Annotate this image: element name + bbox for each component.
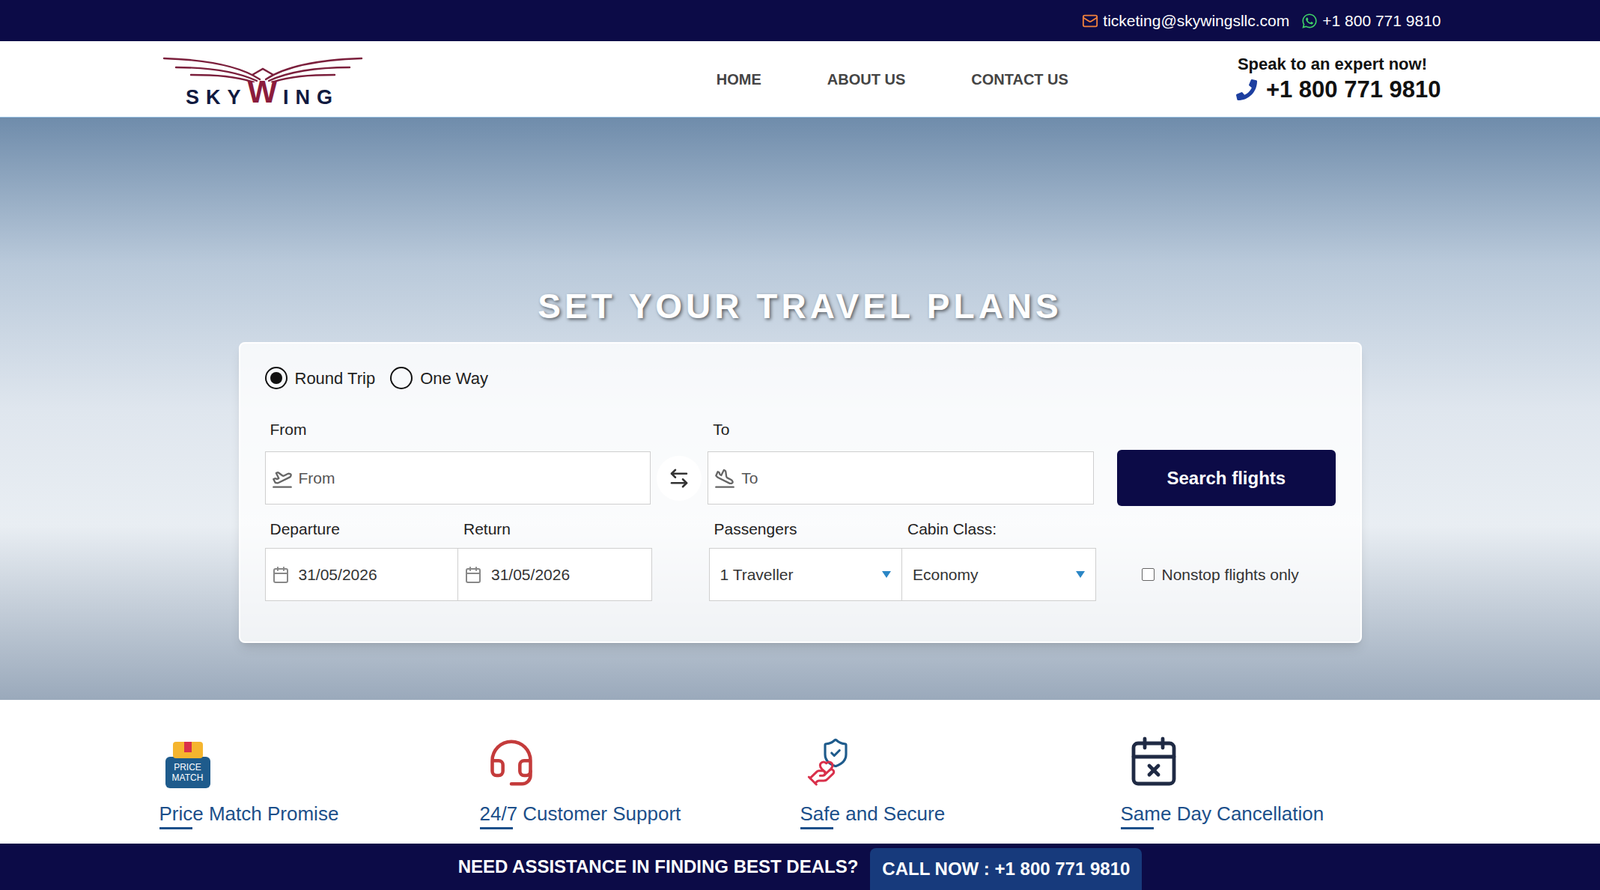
feature-title: Same Day Cancellation (1120, 801, 1325, 826)
field-label: To (707, 420, 1094, 440)
hero-title: SET YOUR TRAVEL PLANS (537, 285, 1063, 328)
price-match-icon: PRICEMATCH (165, 741, 211, 789)
feature-underline (800, 827, 834, 830)
select-input[interactable]: Economy (902, 548, 1097, 602)
dropdown-arrow-icon (881, 571, 891, 579)
logo[interactable]: SKYWING (159, 50, 367, 108)
nonstop-checkbox[interactable]: Nonstop flights only (1141, 548, 1300, 602)
date-field: Return 31/05/2026 (458, 519, 653, 602)
feature-title: 24/7 Customer Support (479, 801, 682, 826)
nav-link[interactable]: ABOUT US (827, 68, 906, 91)
date-field: Departure 31/05/2026 (265, 519, 459, 602)
search-flights-button[interactable]: Search flights (1117, 449, 1335, 507)
date-input[interactable]: 31/05/2026 (458, 548, 653, 602)
hero: SET YOUR TRAVEL PLANS Round Trip One Way Fr… (0, 117, 1600, 701)
field-label: Return (458, 519, 653, 540)
calendar-cancel-icon (1126, 734, 1181, 789)
landing-icon (714, 467, 736, 489)
field-label: Departure (265, 519, 459, 540)
calendar-icon (464, 566, 483, 584)
swap-icon (667, 467, 691, 490)
nav-link[interactable]: HOME (716, 68, 762, 91)
swap-button[interactable] (656, 455, 702, 501)
field-label: Cabin Class: (902, 519, 1097, 540)
expert-label: Speak to an expert now! (1237, 53, 1428, 75)
logo-text: SKYWING (185, 76, 340, 108)
takeoff-icon (271, 467, 293, 489)
trip-type-radio[interactable]: One Way (390, 366, 489, 391)
select-field: Passengers 1 Traveller (709, 519, 903, 602)
feature-underline (1120, 827, 1154, 830)
page: ticketing@skywingsllc.com +1 800 771 9810… (0, 0, 1600, 890)
feature-underline (479, 827, 513, 830)
dropdown-arrow-icon (1075, 571, 1085, 579)
features: PRICEMATCH Price Match Promise 24/7 Custom… (159, 700, 1442, 830)
mail-icon (1081, 12, 1099, 30)
email-contact[interactable]: ticketing@skywingsllc.com (1081, 8, 1290, 33)
secure-hand-icon (806, 737, 864, 789)
feature-card: Same Day Cancellation (1120, 734, 1442, 830)
details-row: Departure 31/05/2026 Return 31/05/2026 Passe… (265, 519, 1336, 602)
trip-type-radio[interactable]: Round Trip (265, 366, 376, 391)
calendar-icon (271, 566, 290, 584)
feature-title: Price Match Promise (159, 801, 340, 826)
bottom-bar: NEED ASSISTANCE IN FINDING BEST DEALS? CA… (0, 843, 1600, 890)
trip-type-group: Round Trip One Way (265, 366, 1336, 391)
route-row: From From To To Search flights (265, 420, 1336, 505)
search-card: Round Trip One Way From From To To Search flig… (238, 342, 1362, 644)
price-match-text: PRICE (173, 762, 202, 773)
phone-icon (1236, 79, 1258, 101)
top-bar: ticketing@skywingsllc.com +1 800 771 9810 (0, 0, 1600, 42)
field-label: Passengers (709, 519, 903, 540)
select-input[interactable]: 1 Traveller (709, 548, 903, 602)
to-field: To To (707, 420, 1094, 505)
feature-underline (159, 827, 193, 830)
main-nav: HOME ABOUT US CONTACT US (716, 68, 1069, 91)
select-field: Cabin Class: Economy (902, 519, 1097, 602)
header: SKYWING HOME ABOUT US CONTACT US Speak to an… (0, 41, 1600, 118)
nav-link[interactable]: CONTACT US (971, 68, 1069, 91)
feature-card: Safe and Secure (800, 734, 1121, 830)
price-match-text: MATCH (172, 772, 204, 784)
feature-card: 24/7 Customer Support (479, 734, 801, 830)
expert-contact[interactable]: Speak to an expert now!+1 800 771 9810 (1236, 53, 1442, 105)
whatsapp-icon (1301, 12, 1318, 30)
from-input[interactable]: From (265, 451, 652, 505)
whatsapp-contact[interactable]: +1 800 771 9810 (1301, 8, 1441, 33)
expert-phone: +1 800 771 9810 (1266, 74, 1442, 105)
call-now-button[interactable]: CALL NOW : +1 800 771 9810 (870, 848, 1142, 890)
to-input[interactable]: To (707, 451, 1094, 505)
assistance-text: NEED ASSISTANCE IN FINDING BEST DEALS? (458, 853, 859, 881)
customer-support-icon (485, 737, 537, 789)
date-input[interactable]: 31/05/2026 (265, 548, 459, 602)
feature-title: Safe and Secure (800, 801, 946, 826)
from-field: From From (265, 420, 652, 505)
field-label: From (265, 420, 652, 440)
feature-card: PRICEMATCH Price Match Promise (159, 734, 480, 830)
